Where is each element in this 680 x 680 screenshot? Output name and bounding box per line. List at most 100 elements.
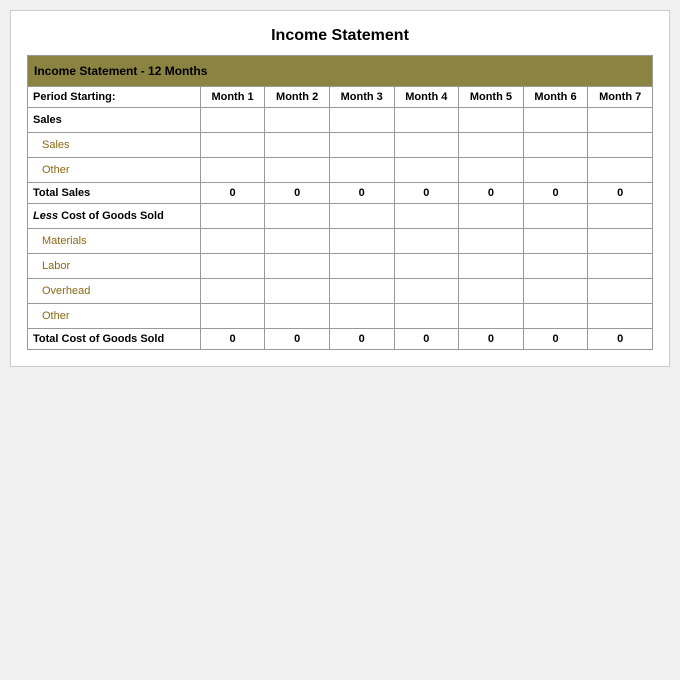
cogs-section-label-row: Less Cost of Goods Sold <box>28 204 653 229</box>
sales-other-m6 <box>523 158 588 183</box>
cogs-other-m2 <box>265 304 330 329</box>
sales-other-m1 <box>200 158 265 183</box>
labor-label: Labor <box>28 254 201 279</box>
sales-other-m5 <box>459 158 524 183</box>
col-header-month4: Month 4 <box>394 87 459 108</box>
sales-other-m3 <box>329 158 394 183</box>
page-title: Income Statement <box>27 27 653 45</box>
cogs-other-m1 <box>200 304 265 329</box>
sales-other-row: Other <box>28 158 653 183</box>
labor-m5 <box>459 254 524 279</box>
overhead-m6 <box>523 279 588 304</box>
sales-col5 <box>459 108 524 133</box>
total-cogs-m7: 0 <box>588 329 653 350</box>
labor-m3 <box>329 254 394 279</box>
sales-section-label: Sales <box>28 108 201 133</box>
col-header-row: Period Starting: Month 1 Month 2 Month 3… <box>28 87 653 108</box>
total-sales-row: Total Sales 0 0 0 0 0 0 0 <box>28 183 653 204</box>
materials-label: Materials <box>28 229 201 254</box>
total-cogs-m1: 0 <box>200 329 265 350</box>
overhead-m3 <box>329 279 394 304</box>
cogs-other-m3 <box>329 304 394 329</box>
cogs-section-col4 <box>394 204 459 229</box>
total-sales-m5: 0 <box>459 183 524 204</box>
labor-row: Labor <box>28 254 653 279</box>
cogs-section-col2 <box>265 204 330 229</box>
sales-col7 <box>588 108 653 133</box>
col-header-month3: Month 3 <box>329 87 394 108</box>
total-cogs-m2: 0 <box>265 329 330 350</box>
materials-m2 <box>265 229 330 254</box>
sales-item-m6 <box>523 133 588 158</box>
col-header-month2: Month 2 <box>265 87 330 108</box>
total-cogs-label: Total Cost of Goods Sold <box>28 329 201 350</box>
total-sales-label: Total Sales <box>28 183 201 204</box>
labor-m4 <box>394 254 459 279</box>
materials-m4 <box>394 229 459 254</box>
sales-col6 <box>523 108 588 133</box>
col-header-period: Period Starting: <box>28 87 201 108</box>
sales-item-m2 <box>265 133 330 158</box>
sales-item-m7 <box>588 133 653 158</box>
overhead-row: Overhead <box>28 279 653 304</box>
cogs-other-m6 <box>523 304 588 329</box>
cogs-label-rest: Cost of Goods Sold <box>58 210 164 222</box>
overhead-m1 <box>200 279 265 304</box>
sales-item-row: Sales <box>28 133 653 158</box>
total-sales-m6: 0 <box>523 183 588 204</box>
labor-m6 <box>523 254 588 279</box>
total-cogs-m5: 0 <box>459 329 524 350</box>
sales-item-m5 <box>459 133 524 158</box>
table-header-label: Income Statement - 12 Months <box>28 56 653 87</box>
overhead-m5 <box>459 279 524 304</box>
materials-m6 <box>523 229 588 254</box>
sales-other-m7 <box>588 158 653 183</box>
overhead-m4 <box>394 279 459 304</box>
cogs-section-col5 <box>459 204 524 229</box>
col-header-month7: Month 7 <box>588 87 653 108</box>
total-sales-m4: 0 <box>394 183 459 204</box>
col-header-month1: Month 1 <box>200 87 265 108</box>
col-header-month5: Month 5 <box>459 87 524 108</box>
total-cogs-row: Total Cost of Goods Sold 0 0 0 0 0 0 0 <box>28 329 653 350</box>
cogs-other-row: Other <box>28 304 653 329</box>
labor-m7 <box>588 254 653 279</box>
overhead-m7 <box>588 279 653 304</box>
total-cogs-m3: 0 <box>329 329 394 350</box>
cogs-section-col1 <box>200 204 265 229</box>
materials-m3 <box>329 229 394 254</box>
total-sales-m3: 0 <box>329 183 394 204</box>
total-sales-m2: 0 <box>265 183 330 204</box>
cogs-section-label: Less Cost of Goods Sold <box>28 204 201 229</box>
cogs-section-col7 <box>588 204 653 229</box>
sales-other-label: Other <box>28 158 201 183</box>
cogs-other-m7 <box>588 304 653 329</box>
cogs-other-label: Other <box>28 304 201 329</box>
sales-col3 <box>329 108 394 133</box>
overhead-m2 <box>265 279 330 304</box>
labor-m2 <box>265 254 330 279</box>
materials-m5 <box>459 229 524 254</box>
income-statement-table: Income Statement - 12 Months Period Star… <box>27 55 653 350</box>
cogs-section-col3 <box>329 204 394 229</box>
overhead-label: Overhead <box>28 279 201 304</box>
materials-m7 <box>588 229 653 254</box>
labor-m1 <box>200 254 265 279</box>
page: Income Statement Income Statement - 12 M… <box>10 10 670 367</box>
table-header-row: Income Statement - 12 Months <box>28 56 653 87</box>
sales-col2 <box>265 108 330 133</box>
sales-col4 <box>394 108 459 133</box>
sales-item-m1 <box>200 133 265 158</box>
total-sales-m1: 0 <box>200 183 265 204</box>
sales-item-m4 <box>394 133 459 158</box>
total-cogs-m6: 0 <box>523 329 588 350</box>
cogs-section-col6 <box>523 204 588 229</box>
col-header-month6: Month 6 <box>523 87 588 108</box>
materials-m1 <box>200 229 265 254</box>
less-italic-text: Less <box>33 210 58 222</box>
sales-other-m2 <box>265 158 330 183</box>
sales-other-m4 <box>394 158 459 183</box>
sales-item-m3 <box>329 133 394 158</box>
total-cogs-m4: 0 <box>394 329 459 350</box>
sales-col1 <box>200 108 265 133</box>
